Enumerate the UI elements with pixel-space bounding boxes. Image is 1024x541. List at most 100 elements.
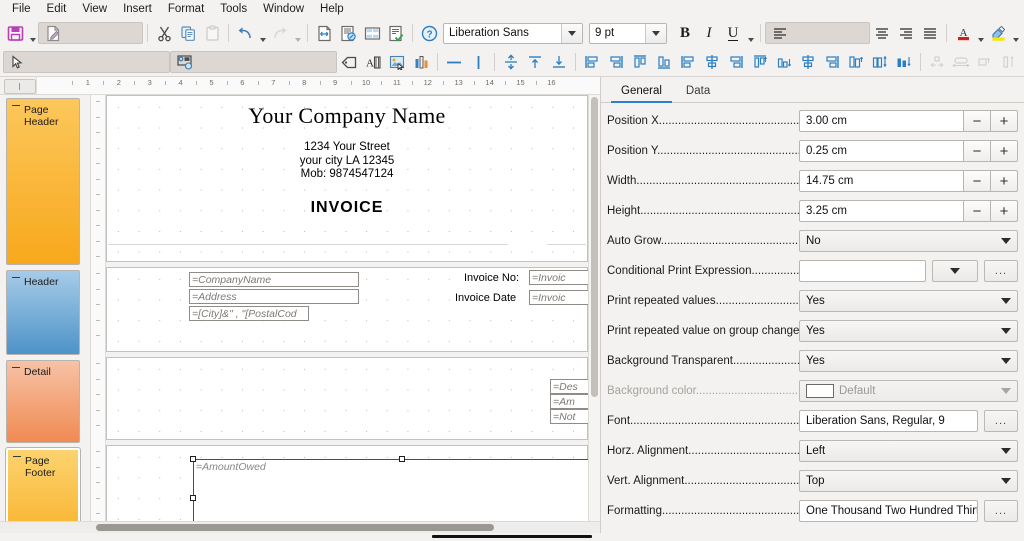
collapse-icon[interactable]: [12, 277, 20, 278]
position-y-decrement-button[interactable]: −: [964, 140, 991, 162]
height-decrement-button[interactable]: −: [964, 200, 991, 222]
bold-button[interactable]: B: [673, 21, 697, 45]
align-right-icon[interactable]: [724, 50, 748, 74]
font-ellipsis-button[interactable]: ...: [984, 410, 1018, 432]
field-invoice-date[interactable]: =Invoic: [529, 290, 589, 305]
font-size-dropdown-icon[interactable]: [645, 23, 666, 43]
width-input[interactable]: 14.75 cm: [799, 170, 964, 192]
height-increment-button[interactable]: +: [991, 200, 1018, 222]
same-width-icon[interactable]: [892, 50, 916, 74]
report-header-footer-icon[interactable]: [336, 21, 360, 45]
field-company-name[interactable]: =CompanyName: [189, 272, 359, 287]
horizontal-line-icon[interactable]: [442, 50, 466, 74]
italic-button[interactable]: I: [697, 21, 721, 45]
font-name-combo[interactable]: Liberation Sans: [443, 22, 583, 44]
distribute-horizontal-icon[interactable]: [748, 50, 772, 74]
font-name-dropdown-icon[interactable]: [561, 23, 582, 43]
menu-file[interactable]: File: [4, 0, 39, 18]
label-invoice-no[interactable]: Invoice No:: [464, 272, 519, 284]
canvas-horizontal-scrollbar[interactable]: [0, 521, 600, 533]
vertical-line-icon[interactable]: [466, 50, 490, 74]
font-color-dropdown-icon[interactable]: [975, 20, 986, 46]
shrink-icon[interactable]: [499, 50, 523, 74]
execute-report-icon[interactable]: [312, 21, 336, 45]
distribute-vertical-icon[interactable]: [772, 50, 796, 74]
selection-handle-middle-left[interactable]: [190, 495, 196, 501]
undo-icon[interactable]: [233, 21, 257, 45]
company-name-text[interactable]: Your Company Name: [107, 103, 587, 129]
edit-file-icon[interactable]: [38, 22, 143, 44]
align-right-edge-icon[interactable]: [604, 50, 628, 74]
collapse-icon[interactable]: [12, 105, 20, 106]
auto-grow-select[interactable]: No: [799, 230, 1018, 252]
position-y-input[interactable]: 0.25 cm: [799, 140, 964, 162]
menu-help[interactable]: Help: [312, 0, 352, 18]
chart-control-icon[interactable]: [409, 50, 433, 74]
vert-alignment-select[interactable]: Top: [799, 470, 1018, 492]
company-address-block[interactable]: 1234 Your Street your city LA 12345 Mob:…: [107, 141, 587, 182]
invoice-title-text[interactable]: INVOICE: [107, 199, 587, 217]
help-icon[interactable]: ?: [417, 21, 441, 45]
menu-view[interactable]: View: [74, 0, 115, 18]
conditional-print-dropdown-button[interactable]: [932, 260, 978, 282]
section-page-header[interactable]: Page Header: [6, 98, 80, 265]
background-transparent-select[interactable]: Yes: [799, 350, 1018, 372]
print-repeated-values-select[interactable]: Yes: [799, 290, 1018, 312]
tab-general[interactable]: General: [609, 82, 674, 103]
save-dropdown-icon[interactable]: [27, 20, 38, 46]
align-top-edge-icon[interactable]: [628, 50, 652, 74]
band-detail[interactable]: =Des =Am =Not: [106, 357, 600, 440]
menu-window[interactable]: Window: [255, 0, 312, 18]
label-field-icon[interactable]: [337, 50, 361, 74]
width-increment-button[interactable]: +: [991, 170, 1018, 192]
same-height-icon[interactable]: [844, 50, 868, 74]
insert-control-icon[interactable]: [170, 51, 337, 73]
shrink-bottom-icon[interactable]: [547, 50, 571, 74]
cut-icon[interactable]: [152, 21, 176, 45]
font-color-icon[interactable]: A: [951, 21, 975, 45]
select-tool-icon[interactable]: [3, 51, 170, 73]
collapse-icon[interactable]: [13, 456, 21, 457]
menu-insert[interactable]: Insert: [115, 0, 160, 18]
align-right-icon[interactable]: [894, 21, 918, 45]
horizontal-ruler[interactable]: 1 2 3 4 5 6 7 8 9 10 11 12 13 14 15 16: [0, 77, 600, 95]
align-left-icon[interactable]: [765, 22, 870, 44]
section-header[interactable]: Header: [6, 270, 80, 355]
align-center-icon[interactable]: [870, 21, 894, 45]
highlight-color-dropdown-icon[interactable]: [1010, 20, 1021, 46]
position-x-increment-button[interactable]: +: [991, 110, 1018, 132]
center-vertical-2-icon[interactable]: [796, 50, 820, 74]
selection-handle-top-center[interactable]: [399, 456, 405, 462]
conditional-print-ellipsis-button[interactable]: ...: [984, 260, 1018, 282]
menu-format[interactable]: Format: [160, 0, 212, 18]
fit-to-frame-icon[interactable]: [868, 50, 892, 74]
design-canvas[interactable]: Your Company Name 1234 Your Street your …: [106, 95, 600, 533]
menu-edit[interactable]: Edit: [39, 0, 75, 18]
ruler-unit-corner[interactable]: [4, 79, 36, 94]
shrink-top-icon[interactable]: [523, 50, 547, 74]
align-justified-icon[interactable]: [918, 21, 942, 45]
band-header[interactable]: =CompanyName =Address =[City]&" , "[Post…: [106, 267, 589, 352]
highlight-color-icon[interactable]: [986, 21, 1010, 45]
align-left-edge-icon[interactable]: [580, 50, 604, 74]
horizontal-scroll-thumb[interactable]: [96, 524, 494, 531]
position-x-input[interactable]: 3.00 cm: [799, 110, 964, 132]
height-input[interactable]: 3.25 cm: [799, 200, 964, 222]
field-address[interactable]: =Address: [189, 289, 359, 304]
conditional-print-expression-input[interactable]: [799, 260, 926, 282]
copy-icon[interactable]: [176, 21, 200, 45]
position-x-decrement-button[interactable]: −: [964, 110, 991, 132]
text-box-icon[interactable]: A: [361, 50, 385, 74]
print-repeated-group-change-select[interactable]: Yes: [799, 320, 1018, 342]
undo-dropdown-icon[interactable]: [257, 20, 268, 46]
horz-alignment-select[interactable]: Left: [799, 440, 1018, 462]
collapse-icon[interactable]: [12, 367, 20, 368]
center-horizontal-icon[interactable]: [676, 50, 700, 74]
field-invoice-no[interactable]: =Invoic: [529, 270, 589, 285]
label-invoice-date[interactable]: Invoice Date: [455, 292, 516, 304]
band-page-header[interactable]: Your Company Name 1234 Your Street your …: [106, 95, 588, 262]
image-control-icon[interactable]: [385, 50, 409, 74]
width-decrement-button[interactable]: −: [964, 170, 991, 192]
underline-dropdown-icon[interactable]: [745, 20, 756, 46]
page-header-footer-icon[interactable]: [360, 21, 384, 45]
